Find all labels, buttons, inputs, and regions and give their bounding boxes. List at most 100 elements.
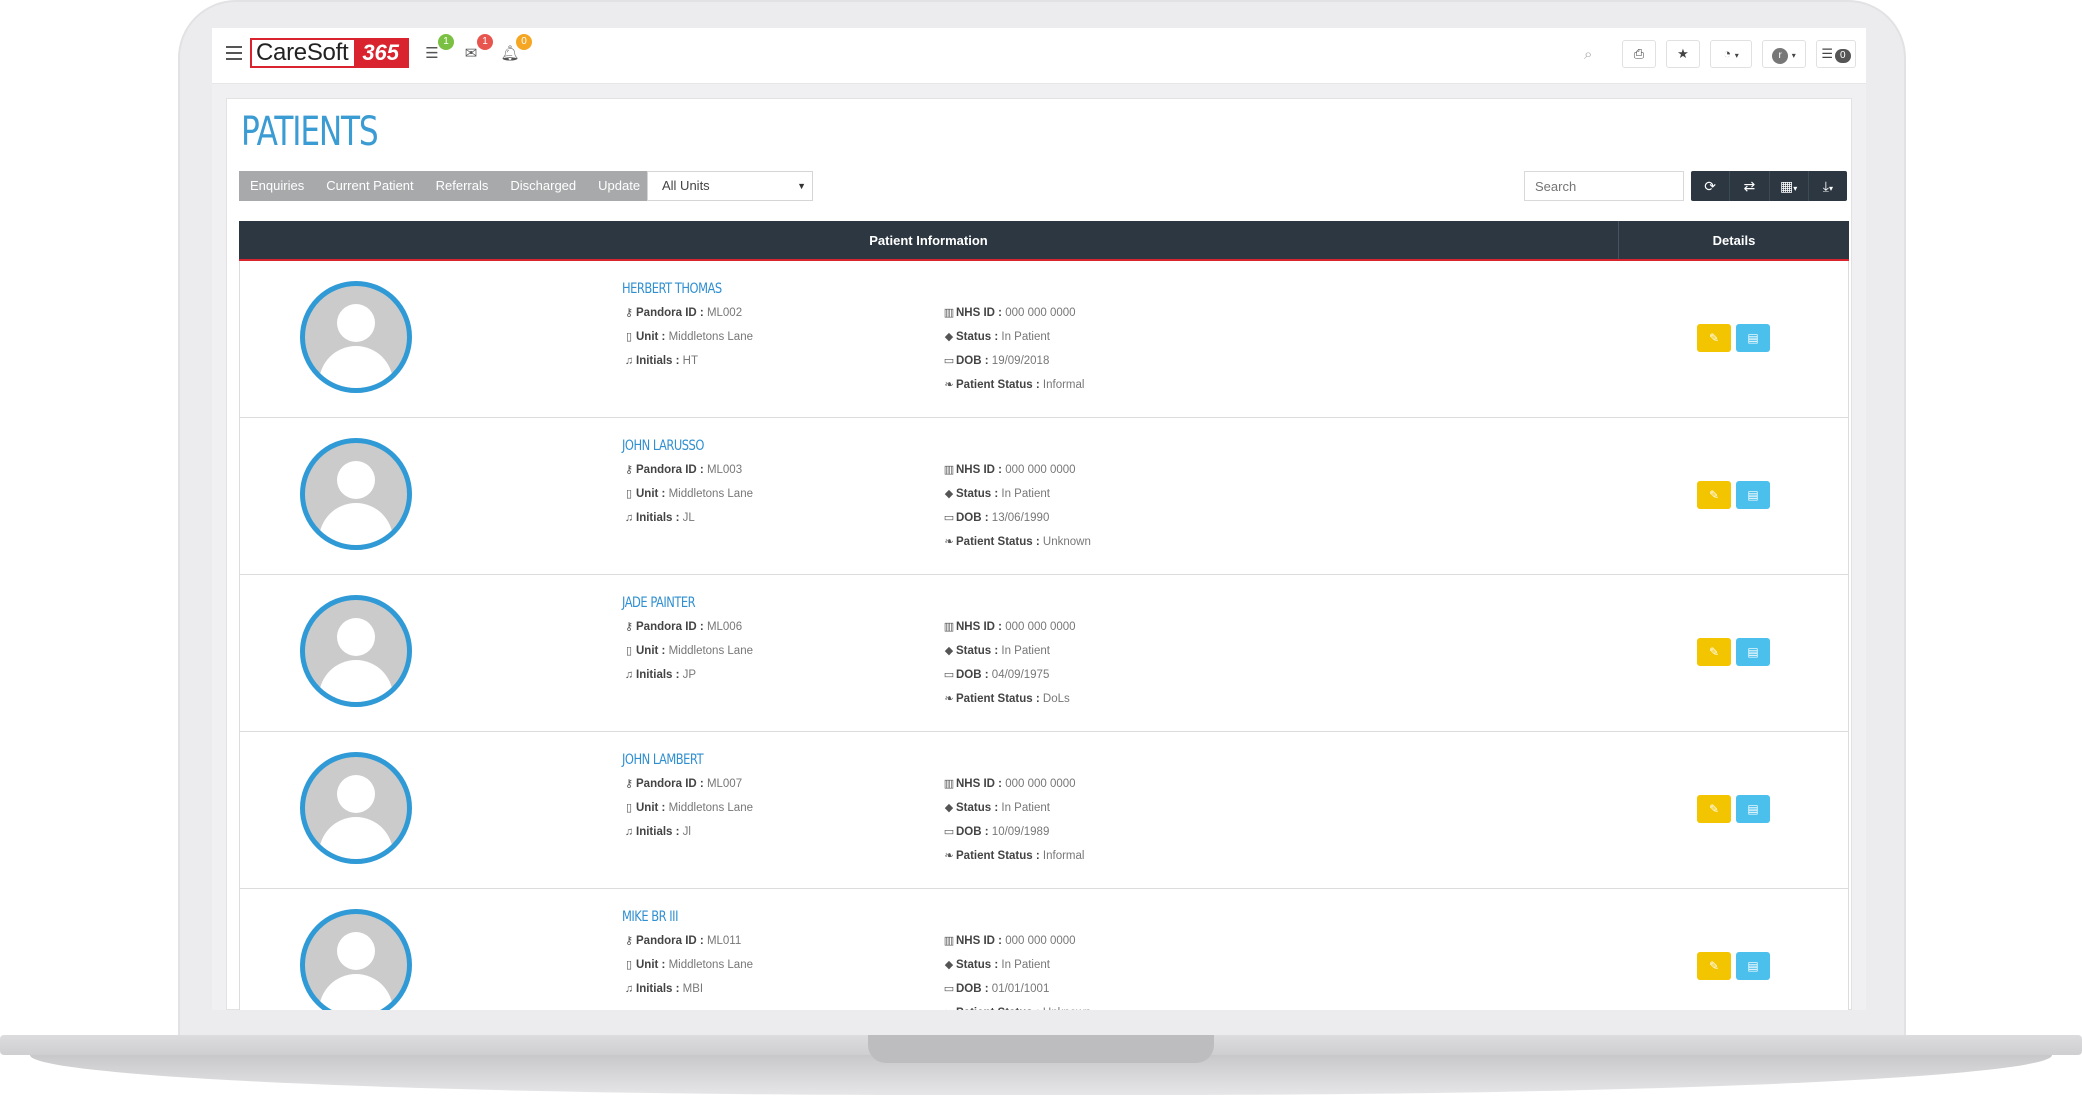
key-icon: ⚷ [624,778,634,790]
patient-status-value: DoLs [1042,693,1070,705]
tab-current-patient[interactable]: Current Patient [315,171,424,201]
patient-avatar [300,752,412,864]
pandora-id-label: Pandora ID : [636,778,704,790]
tab-discharged[interactable]: Discharged [499,171,587,201]
patient-status-label: Patient Status : [956,850,1040,862]
tags-icon: ◆ [944,331,954,343]
patient-name-link[interactable]: JOHN LAMBERT [622,752,729,768]
calendar-icon: ▭ [943,983,955,995]
building-icon: ▯ [625,802,633,814]
edit-button[interactable]: ✎ [1697,638,1731,666]
edit-button[interactable]: ✎ [1697,324,1731,352]
nhs-id-field: ▥ NHS ID : 000 000 0000 [942,615,1076,639]
nhs-id-label: NHS ID : [956,935,1002,947]
initials-field: ♫ Initials : JL [622,506,753,530]
view-document-button[interactable]: ▤ [1736,952,1770,980]
patient-status-value: Unknown [1042,536,1091,548]
leaf-icon: ❧ [944,536,954,548]
view-document-button[interactable]: ▤ [1736,638,1770,666]
user-dropdown[interactable]: r ▾ [1762,40,1806,68]
barcode-icon: ▥ [943,464,955,476]
pandora-id-label: Pandora ID : [636,935,704,947]
dob-field: ▭ DOB : 13/06/1990 [942,506,1091,530]
pandora-id-value: ML003 [706,464,743,476]
search-icon[interactable]: ⌕ [1584,46,1592,63]
logo-text: CareSoft [256,39,349,66]
leaf-icon: ❧ [942,1001,956,1010]
nhs-id-field: ▥ NHS ID : 000 000 0000 [942,772,1084,796]
document-icon: ▤ [1747,959,1759,973]
bell-icon[interactable]: 🔔︎ 0 [500,34,532,64]
print-button[interactable]: ⎙ [1622,40,1656,68]
barcode-icon: ▥ [943,307,955,319]
bell-icon: ♫ [624,512,634,524]
pandora-id-field: ⚷ Pandora ID : ML003 [622,458,753,482]
tags-icon: ◆ [944,959,954,971]
favorites-button[interactable]: ★ [1666,40,1700,68]
patient-status-field: ❧Patient Status : Unknown [942,530,1091,554]
unit-filter-value: All Units [662,178,710,193]
document-icon: ▤ [1747,331,1759,345]
dob-value: 13/06/1990 [991,512,1050,524]
caresoft-logo[interactable]: CareSoft 365 [250,38,410,68]
search-input[interactable] [1524,171,1684,201]
unit-filter-select[interactable]: All Units ▼ [647,171,813,201]
tab-referrals[interactable]: Referrals [425,171,500,201]
status-label: Status : [956,802,999,814]
nhs-id-label: NHS ID : [956,778,1002,790]
patient-name-link[interactable]: JADE PAINTER [622,595,729,611]
notifications-counter-button[interactable]: ☰ 0 [1816,40,1856,68]
tab-update[interactable]: Update [587,171,651,201]
unit-label: Unit : [636,331,666,343]
patient-identity-column: MIKE BR III ⚷ Pandora ID : ML011 ▯ Unit : … [622,909,753,1001]
tasks-icon[interactable]: ☰ 1 [422,34,454,64]
patient-name-link[interactable]: MIKE BR III [622,909,729,925]
view-document-button[interactable]: ▤ [1736,795,1770,823]
toggle-view-button[interactable]: ⇄ [1730,171,1770,201]
patient-name-link[interactable]: HERBERT THOMAS [622,281,729,297]
bell-icon: ♫ [624,826,634,838]
patient-status-column: ▥ NHS ID : 000 000 0000 ◆ Status : In Pati… [942,458,1091,554]
messages-badge: 1 [477,34,493,50]
edit-button[interactable]: ✎ [1697,795,1731,823]
patient-identity-column: JOHN LARUSSO ⚷ Pandora ID : ML003 ▯ Unit :… [622,438,753,530]
dob-field: ▭ DOB : 04/09/1975 [942,663,1076,687]
nhs-id-label: NHS ID : [956,621,1002,633]
refresh-button[interactable]: ⟳ [1691,171,1731,201]
header-patient-information: Patient Information [239,221,1619,259]
print-icon: ⎙ [1633,46,1645,61]
edit-button[interactable]: ✎ [1697,952,1731,980]
export-dropdown[interactable]: ⤓▾ [1809,171,1847,201]
tasks-badge: 1 [438,34,454,50]
leaf-icon: ❧ [944,379,954,391]
columns-dropdown[interactable]: ▦▾ [1770,171,1809,201]
dob-value: 10/09/1989 [991,826,1050,838]
edit-icon: ✎ [1708,802,1720,816]
menu-icon[interactable] [226,46,242,60]
initials-field: ♫ Initials : MBI [622,977,753,1001]
edit-button[interactable]: ✎ [1697,481,1731,509]
envelope-icon[interactable]: ✉ 1 [461,34,493,64]
key-icon: ⚷ [624,935,634,947]
view-document-button[interactable]: ▤ [1736,481,1770,509]
view-document-button[interactable]: ▤ [1736,324,1770,352]
dob-label: DOB : [956,512,989,524]
table-row: JOHN LARUSSO ⚷ Pandora ID : ML003 ▯ Unit :… [239,418,1849,575]
tab-enquiries[interactable]: Enquiries [239,171,315,201]
bell-icon: ♫ [624,669,634,681]
dob-field: ▭ DOB : 19/09/2018 [942,349,1084,373]
nhs-id-value: 000 000 0000 [1005,778,1076,790]
initials-field: ♫ Initials : Jl [622,820,753,844]
initials-label: Initials : [636,669,680,681]
building-icon: ▯ [625,959,633,971]
caret-down-icon: ▼ [797,181,806,191]
dashboard-dropdown[interactable]: ◔ ▾ [1710,40,1752,68]
status-value: In Patient [1001,331,1050,343]
nhs-id-value: 000 000 0000 [1005,464,1076,476]
leaf-icon: ❧ [944,850,954,862]
nhs-id-value: 000 000 0000 [1005,307,1076,319]
patient-name-link[interactable]: JOHN LARUSSO [622,438,729,454]
unit-label: Unit : [636,959,666,971]
counter-badge: 0 [1835,49,1851,63]
barcode-icon: ▥ [943,935,955,947]
